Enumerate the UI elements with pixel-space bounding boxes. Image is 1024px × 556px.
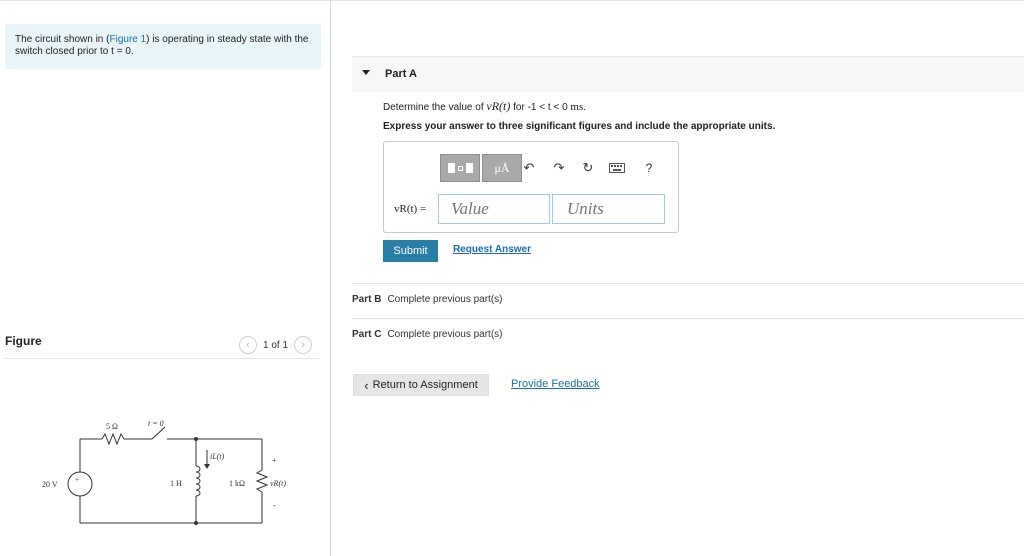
- chevron-left-icon[interactable]: ‹: [239, 336, 257, 354]
- question-unit: ms: [570, 101, 584, 113]
- figure-divider: [5, 358, 320, 359]
- question-range: for -1 < t < 0: [510, 102, 571, 113]
- voltage-label: vR(t): [270, 479, 286, 488]
- return-label: Return to Assignment: [372, 379, 478, 391]
- value-input[interactable]: [438, 194, 550, 224]
- part-divider: [352, 318, 1024, 319]
- circuit-diagram: + 20 V 5 Ω t = 0 1 H iL(t) 1 kΩ vR(t) + …: [42, 419, 286, 525]
- svg-text:+: +: [75, 476, 79, 484]
- plus-label: +: [272, 456, 277, 465]
- templates-icon: [447, 163, 473, 173]
- undo-icon[interactable]: ↶: [520, 159, 538, 177]
- part-a-title: Part A: [385, 68, 417, 80]
- chevron-right-icon[interactable]: ›: [294, 336, 313, 354]
- inductor-label: 1 H: [170, 479, 182, 488]
- problem-text-before: The circuit shown in (: [15, 34, 110, 45]
- minus-label: -: [273, 501, 276, 510]
- reset-icon[interactable]: ↻: [579, 159, 597, 177]
- part-c-row[interactable]: Part C Complete previous part(s): [352, 329, 503, 340]
- units-button[interactable]: μÅ: [482, 154, 522, 182]
- caret-down-icon[interactable]: [362, 70, 370, 75]
- current-label: iL(t): [210, 452, 225, 461]
- help-button[interactable]: ?: [640, 159, 658, 177]
- figure-link[interactable]: Figure 1: [109, 34, 146, 45]
- units-input[interactable]: [552, 194, 665, 224]
- problem-statement: The circuit shown in (Figure 1) is opera…: [5, 24, 321, 69]
- part-b-status: Complete previous part(s): [387, 294, 503, 305]
- chevron-left-icon: ‹: [364, 377, 369, 393]
- return-to-assignment-button[interactable]: ‹ Return to Assignment: [353, 374, 489, 396]
- figure-pager: ‹ 1 of 1 ›: [239, 336, 313, 354]
- submit-button[interactable]: Submit: [383, 240, 438, 262]
- switch-label: t = 0: [148, 419, 164, 428]
- figure-counter: 1 of 1: [263, 339, 289, 351]
- answer-instruction: Express your answer to three significant…: [383, 121, 776, 132]
- part-c-title: Part C: [352, 329, 382, 340]
- keyboard-icon[interactable]: [608, 159, 626, 177]
- question-prefix: Determine the value of: [383, 102, 487, 113]
- load-label: 1 kΩ: [229, 479, 245, 488]
- part-a-header[interactable]: Part A: [352, 56, 1024, 92]
- variable-label: vR(t) =: [394, 203, 427, 215]
- resistor-label: 5 Ω: [106, 422, 118, 431]
- provide-feedback-link[interactable]: Provide Feedback: [511, 378, 600, 390]
- part-divider: [352, 283, 1024, 284]
- left-pane: The circuit shown in (Figure 1) is opera…: [0, 0, 331, 556]
- question-text: Determine the value of vR(t) for -1 < t …: [383, 99, 586, 114]
- source-label: 20 V: [42, 480, 58, 489]
- part-b-row[interactable]: Part B Complete previous part(s): [352, 294, 503, 305]
- answer-box: μÅ ↶ ↷ ↻ ? vR(t) =: [383, 141, 679, 233]
- part-b-title: Part B: [352, 294, 382, 305]
- figure-heading: Figure: [5, 334, 42, 348]
- templates-button[interactable]: [440, 154, 480, 182]
- question-variable: vR(t): [486, 99, 511, 113]
- part-c-status: Complete previous part(s): [387, 329, 503, 340]
- redo-icon[interactable]: ↷: [550, 159, 568, 177]
- request-answer-link[interactable]: Request Answer: [453, 244, 531, 255]
- question-end: .: [583, 102, 587, 113]
